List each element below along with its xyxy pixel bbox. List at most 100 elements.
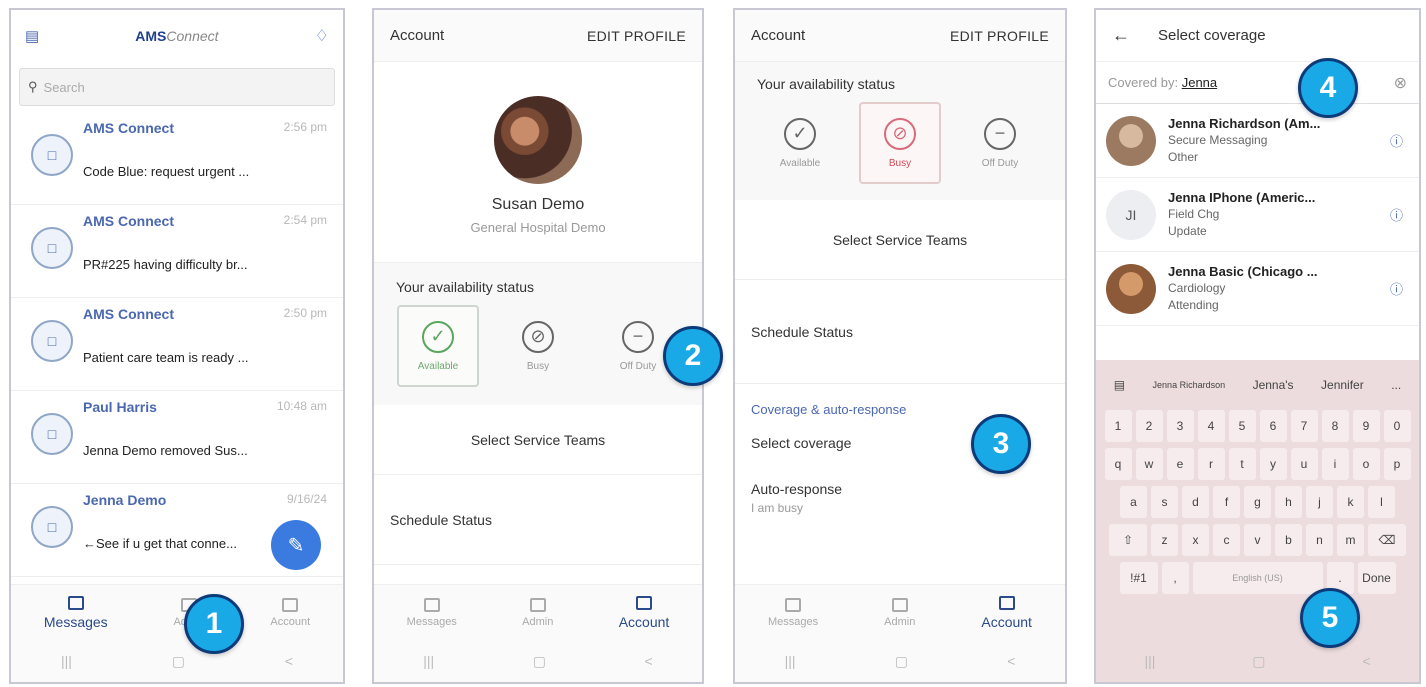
tab-account[interactable]: Account	[981, 595, 1032, 630]
key[interactable]: x	[1182, 524, 1209, 556]
key[interactable]: k	[1337, 486, 1364, 518]
schedule-status-button[interactable]: Schedule Status	[374, 475, 702, 565]
covered-by-input[interactable]: Covered by: Jenna ⊗	[1096, 62, 1419, 104]
key[interactable]: l	[1368, 486, 1395, 518]
compose-button[interactable]: ✎	[271, 520, 321, 570]
recent-apps-button[interactable]: |||	[1144, 653, 1155, 669]
key[interactable]: m	[1337, 524, 1364, 556]
select-service-teams-button[interactable]: Select Service Teams	[374, 405, 702, 475]
list-item[interactable]: □ AMS Connect 2:56 pm Code Blue: request ur…	[11, 112, 343, 205]
status-busy[interactable]: ⊘ Busy	[497, 305, 579, 387]
status-off-duty[interactable]: − Off Duty	[959, 102, 1041, 184]
key[interactable]: j	[1306, 486, 1333, 518]
contact-item[interactable]: Jenna Basic (Chicago ... Cardiology Attend…	[1096, 252, 1419, 326]
key[interactable]: e	[1166, 448, 1194, 480]
key[interactable]: q	[1104, 448, 1132, 480]
tab-admin[interactable]: Admin	[884, 597, 915, 628]
key[interactable]: 8	[1321, 410, 1349, 442]
chart-icon[interactable]: ▤	[25, 27, 39, 45]
schedule-status-button[interactable]: Schedule Status	[735, 280, 1065, 384]
recent-apps-button[interactable]: |||	[785, 653, 796, 669]
home-button[interactable]: ▢	[172, 653, 185, 670]
compose-icon: ✎	[287, 534, 305, 557]
key[interactable]: 7	[1290, 410, 1318, 442]
key[interactable]: w	[1135, 448, 1163, 480]
back-arrow-icon[interactable]: ←	[1112, 25, 1130, 46]
key[interactable]: s	[1151, 486, 1178, 518]
key[interactable]: c	[1213, 524, 1240, 556]
suggestion[interactable]: ...	[1391, 378, 1401, 392]
key[interactable]: z	[1151, 524, 1178, 556]
key[interactable]: v	[1244, 524, 1271, 556]
key[interactable]: 0	[1383, 410, 1411, 442]
key[interactable]: b	[1275, 524, 1302, 556]
tab-account[interactable]: Account	[270, 597, 310, 628]
status-available[interactable]: ✓ Available	[397, 305, 479, 387]
suggestion[interactable]: Jenna Richardson	[1153, 380, 1226, 390]
key[interactable]: 2	[1135, 410, 1163, 442]
back-button[interactable]: <	[1362, 653, 1370, 669]
back-button[interactable]: <	[1007, 653, 1015, 669]
tab-messages[interactable]: Messages	[768, 597, 818, 628]
symbols-key[interactable]: !#1	[1119, 562, 1158, 594]
tab-messages[interactable]: Messages	[407, 597, 457, 628]
recent-apps-button[interactable]: |||	[61, 653, 72, 669]
key[interactable]: a	[1120, 486, 1147, 518]
key[interactable]: u	[1290, 448, 1318, 480]
search-input[interactable]: ⚲ Search	[19, 68, 335, 106]
key[interactable]: g	[1244, 486, 1271, 518]
key[interactable]: p	[1383, 448, 1411, 480]
home-button[interactable]: ▢	[895, 653, 908, 670]
auto-response-button[interactable]: Auto-response I am busy	[735, 469, 1065, 515]
space-key[interactable]: English (US)	[1192, 562, 1323, 594]
emoji-icon[interactable]: ▤	[1114, 378, 1125, 392]
key[interactable]: t	[1228, 448, 1256, 480]
info-icon[interactable]: ⓘ	[1390, 279, 1403, 298]
list-item[interactable]: □ Paul Harris 10:48 am Jenna Demo removed S…	[11, 391, 343, 484]
suggestion[interactable]: Jennifer	[1321, 378, 1364, 392]
message-preview: Patient care team is ready ...	[83, 350, 249, 365]
list-item[interactable]: □ AMS Connect 2:50 pm Patient care team is …	[11, 298, 343, 391]
key[interactable]: 5	[1228, 410, 1256, 442]
shift-key[interactable]: ⇧	[1109, 524, 1147, 556]
key[interactable]: 3	[1166, 410, 1194, 442]
bell-icon[interactable]: ♢	[315, 26, 329, 46]
tab-admin[interactable]: Admin	[522, 597, 553, 628]
edit-profile-button[interactable]: EDIT PROFILE	[587, 28, 686, 44]
select-service-teams-button[interactable]: Select Service Teams	[735, 200, 1065, 280]
home-button[interactable]: ▢	[533, 653, 546, 670]
key-row: qwertyuiop	[1100, 448, 1415, 480]
key[interactable]: o	[1352, 448, 1380, 480]
info-icon[interactable]: ⓘ	[1390, 131, 1403, 150]
clear-icon[interactable]: ⊗	[1394, 73, 1407, 93]
done-key[interactable]: Done	[1357, 562, 1396, 594]
key[interactable]: f	[1213, 486, 1240, 518]
key[interactable]: 9	[1352, 410, 1380, 442]
status-available[interactable]: ✓ Available	[759, 102, 841, 184]
key[interactable]: h	[1275, 486, 1302, 518]
backspace-key[interactable]: ⌫	[1368, 524, 1406, 556]
key[interactable]: i	[1321, 448, 1349, 480]
key[interactable]: r	[1197, 448, 1225, 480]
back-button[interactable]: <	[285, 653, 293, 669]
status-busy[interactable]: ⊘ Busy	[859, 102, 941, 184]
edit-profile-button[interactable]: EDIT PROFILE	[950, 28, 1049, 44]
suggestion[interactable]: Jenna's	[1253, 378, 1294, 392]
home-button[interactable]: ▢	[1252, 653, 1265, 670]
key[interactable]: n	[1306, 524, 1333, 556]
tab-account[interactable]: Account	[619, 595, 669, 630]
info-icon[interactable]: ⓘ	[1390, 205, 1403, 224]
list-item[interactable]: □ AMS Connect 2:54 pm PR#225 having difficu…	[11, 205, 343, 298]
select-coverage-screen: ← Select coverage Covered by: Jenna ⊗ Je…	[1094, 8, 1421, 684]
contact-item[interactable]: Jenna Richardson (Am... Secure Messaging O…	[1096, 104, 1419, 178]
tab-messages[interactable]: Messages	[44, 595, 108, 630]
back-button[interactable]: <	[645, 653, 653, 669]
comma-key[interactable]: ,	[1161, 562, 1189, 594]
contact-item[interactable]: JI Jenna IPhone (Americ... Field Chg Update…	[1096, 178, 1419, 252]
key[interactable]: 6	[1259, 410, 1287, 442]
key[interactable]: d	[1182, 486, 1209, 518]
key[interactable]: 1	[1104, 410, 1132, 442]
key[interactable]: 4	[1197, 410, 1225, 442]
recent-apps-button[interactable]: |||	[423, 653, 434, 669]
key[interactable]: y	[1259, 448, 1287, 480]
